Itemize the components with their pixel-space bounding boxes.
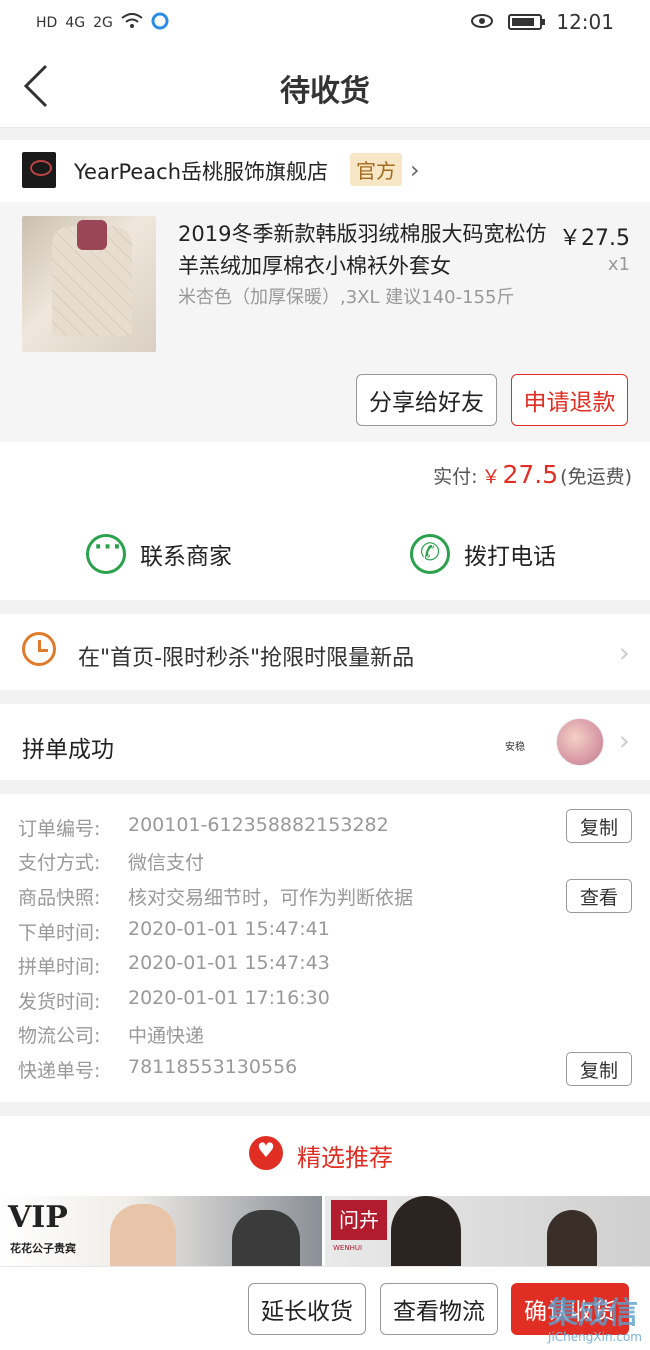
view-logistics-button[interactable]: 查看物流 — [380, 1283, 498, 1335]
store-name: YearPeach岳桃服饰旗舰店 — [74, 160, 329, 184]
model-photo — [391, 1196, 461, 1266]
order-row-label: 拼单时间: — [18, 956, 101, 978]
copy-tracking-button[interactable]: 复制 — [566, 1052, 632, 1086]
order-row: 下单时间: 2020-01-01 15:47:41 — [18, 918, 330, 945]
call-label: 拨打电话 — [464, 544, 556, 570]
call-button[interactable]: 拨打电话 — [410, 534, 556, 574]
wifi-icon — [121, 13, 143, 33]
copy-order-number-button[interactable]: 复制 — [566, 809, 632, 843]
group-member-name: 安稳 — [505, 742, 525, 753]
order-row-label: 下单时间: — [18, 922, 101, 944]
order-row: 商品快照: 核对交易细节时，可作为判断依据 — [18, 883, 413, 910]
order-row: 订单编号: 200101-612358882153282 — [18, 814, 389, 841]
order-row-label: 订单编号: — [18, 818, 101, 840]
refund-button[interactable]: 申请退款 — [511, 374, 628, 426]
view-snapshot-button[interactable]: 查看 — [566, 879, 632, 913]
brand-logo: VIP — [8, 1200, 68, 1235]
chevron-right-icon: › — [410, 156, 420, 184]
heart-icon — [249, 1136, 283, 1170]
recommend-item[interactable]: 问卉 WENHUI — [325, 1196, 650, 1270]
signal-2g-icon: 2G — [93, 15, 113, 31]
brand-subtitle: 花花公子贵宾 — [10, 1242, 76, 1255]
contact-merchant-button[interactable]: 联系商家 — [86, 534, 232, 574]
payment-method: 微信支付 — [128, 852, 205, 874]
product-quantity: x1 — [607, 254, 630, 275]
chevron-right-icon: › — [618, 636, 630, 669]
paid-amount: 27.5 — [502, 460, 559, 489]
signal-4g-icon: 4G — [65, 15, 86, 31]
paid-currency: ￥ — [481, 466, 501, 488]
contact-merchant-label: 联系商家 — [140, 544, 232, 570]
order-row-label: 发货时间: — [18, 991, 101, 1013]
order-row: 支付方式: 微信支付 — [18, 848, 204, 875]
order-time: 2020-01-01 15:47:41 — [128, 918, 330, 940]
product-card[interactable]: 2019冬季新款韩版羽绒棉服大码宽松仿羊羔绒加厚棉衣小棉袄外套女 ￥27.5 x… — [0, 202, 650, 442]
product-spec: 米杏色（加厚保暖）,3XL 建议140-155斤 — [178, 287, 515, 308]
order-row: 拼单时间: 2020-01-01 15:47:43 — [18, 952, 330, 979]
order-row-label: 物流公司: — [18, 1025, 101, 1047]
bottom-action-bar: 延长收货 查看物流 确认收货 集成信 JiChengXin.com — [0, 1266, 650, 1350]
tracking-number: 78118553130556 — [128, 1056, 298, 1078]
official-badge: 官方 — [350, 153, 402, 186]
store-logo — [22, 152, 56, 188]
recommend-header: 精选推荐 — [0, 1116, 650, 1196]
recommend-banners: VIP 花花公子贵宾 问卉 WENHUI — [0, 1196, 650, 1280]
status-icons-right: 12:01 — [470, 10, 614, 34]
share-button[interactable]: 分享给好友 — [356, 374, 497, 426]
recommend-item[interactable]: VIP 花花公子贵宾 — [0, 1196, 322, 1280]
product-image-collar — [77, 220, 107, 250]
contact-bar: 联系商家 拨打电话 — [0, 512, 650, 600]
payment-line: 实付: ￥ 27.5 (免运费) — [433, 460, 632, 489]
model-photo — [110, 1204, 176, 1274]
order-row: 快递单号: 78118553130556 — [18, 1056, 297, 1083]
flash-sale-promo[interactable]: 在"首页-限时秒杀"抢限时限量新品 › — [0, 614, 650, 690]
page-title: 待收货 — [280, 74, 370, 109]
promo-text: 在"首页-限时秒杀"抢限时限量新品 — [78, 646, 415, 671]
status-bar: HD 4G 2G 12:01 — [0, 0, 650, 44]
battery-icon — [508, 14, 546, 30]
model-photo — [547, 1210, 597, 1270]
eye-icon — [470, 10, 494, 34]
chat-icon — [86, 534, 126, 574]
status-icons-left: HD 4G 2G — [36, 12, 169, 34]
payment-summary: 实付: ￥ 27.5 (免运费) — [0, 442, 650, 512]
ship-time: 2020-01-01 17:16:30 — [128, 987, 330, 1009]
logistics-company: 中通快递 — [128, 1025, 205, 1047]
hd-icon: HD — [36, 15, 58, 31]
avatar — [556, 718, 604, 766]
product-title: 2019冬季新款韩版羽绒棉服大码宽松仿羊羔绒加厚棉衣小棉袄外套女 — [178, 222, 547, 278]
order-row-label: 支付方式: — [18, 852, 101, 874]
store-row[interactable]: YearPeach岳桃服饰旗舰店 官方 › — [0, 140, 650, 202]
app-notification-icon — [151, 12, 169, 34]
group-time: 2020-01-01 15:47:43 — [128, 952, 330, 974]
chevron-right-icon: › — [618, 724, 630, 757]
group-status: 拼单成功 — [22, 737, 114, 763]
snapshot-note: 核对交易细节时，可作为判断依据 — [128, 887, 414, 909]
product-price: ￥27.5 — [559, 226, 630, 251]
order-number: 200101-612358882153282 — [128, 814, 389, 836]
brand-subtitle: WENHUI — [333, 1244, 363, 1252]
group-order-row[interactable]: 拼单成功 安稳 › — [0, 704, 650, 780]
watermark-url: JiChengXin.com — [547, 1330, 642, 1344]
page-header: 待收货 — [0, 44, 650, 128]
order-row: 物流公司: 中通快递 — [18, 1021, 204, 1048]
phone-icon — [410, 534, 450, 574]
shipping-note: (免运费) — [560, 466, 632, 488]
watermark-logo: 集成信 — [548, 1296, 638, 1331]
status-time: 12:01 — [556, 10, 614, 34]
order-row-label: 快递单号: — [18, 1060, 101, 1082]
order-row-label: 商品快照: — [18, 887, 101, 909]
product-image[interactable] — [22, 216, 156, 352]
order-row: 发货时间: 2020-01-01 17:16:30 — [18, 987, 330, 1014]
extend-receipt-button[interactable]: 延长收货 — [248, 1283, 366, 1335]
recommend-title: 精选推荐 — [297, 1144, 393, 1172]
order-details: 订单编号: 200101-612358882153282 复制 支付方式: 微信… — [0, 794, 650, 1102]
brand-logo: 问卉 — [331, 1200, 387, 1240]
alarm-clock-icon — [22, 632, 56, 666]
paid-label: 实付: — [433, 466, 478, 488]
